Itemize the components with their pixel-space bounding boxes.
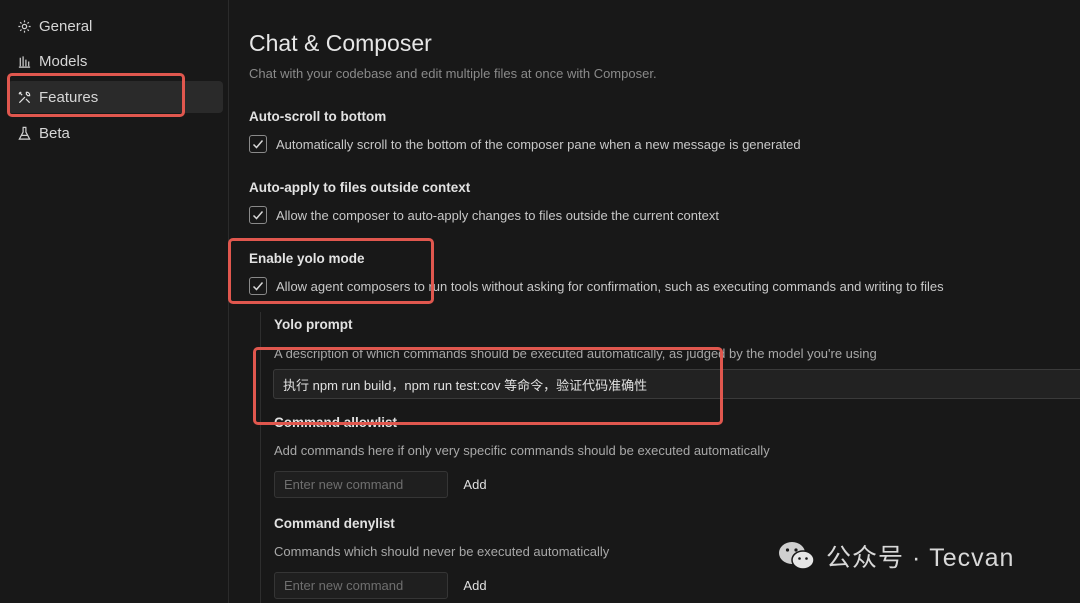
sidebar-item-label: Models (39, 52, 88, 70)
denylist-add-button[interactable]: Add (455, 572, 495, 599)
gear-icon (16, 18, 32, 34)
autoapply-option: Allow the composer to auto-apply changes… (249, 206, 719, 224)
denylist-desc: Commands which should never be executed … (274, 544, 610, 559)
watermark-text: 公众号 · Tecvan (826, 544, 1015, 572)
sidebar-item-beta[interactable]: Beta (8, 117, 223, 149)
prompt-highlight-box (253, 347, 723, 425)
denylist-label: Command denylist (274, 516, 395, 531)
denylist-input[interactable]: Enter new command (274, 572, 448, 599)
page-subtitle: Chat with your codebase and edit multipl… (249, 66, 657, 81)
features-highlight-box (7, 73, 185, 117)
check-icon (252, 211, 264, 220)
allowlist-desc: Add commands here if only very specific … (274, 443, 770, 458)
autoscroll-option: Automatically scroll to the bottom of th… (249, 135, 801, 153)
autoapply-desc: Allow the composer to auto-apply changes… (276, 207, 719, 223)
bar-chart-icon (16, 53, 32, 69)
page-title: Chat & Composer (249, 30, 432, 56)
denylist-placeholder: Enter new command (284, 578, 404, 593)
sidebar-item-label: General (39, 17, 93, 35)
yolo-highlight-box (228, 238, 434, 304)
sidebar-item-general[interactable]: General (8, 10, 223, 42)
autoapply-checkbox[interactable] (249, 206, 267, 224)
check-icon (252, 140, 264, 149)
flask-icon (16, 125, 32, 141)
wechat-icon (779, 542, 815, 570)
autoscroll-desc: Automatically scroll to the bottom of th… (276, 136, 801, 152)
autoscroll-label: Auto-scroll to bottom (249, 109, 387, 124)
allowlist-input[interactable]: Enter new command (274, 471, 448, 498)
allowlist-add-button[interactable]: Add (455, 471, 495, 498)
watermark: 公众号 · Tecvan (778, 538, 1014, 574)
yolo-prompt-label: Yolo prompt (274, 317, 353, 332)
autoapply-label: Auto-apply to files outside context (249, 180, 471, 195)
sidebar-item-label: Beta (39, 124, 70, 142)
autoscroll-checkbox[interactable] (249, 135, 267, 153)
allowlist-placeholder: Enter new command (284, 477, 404, 492)
